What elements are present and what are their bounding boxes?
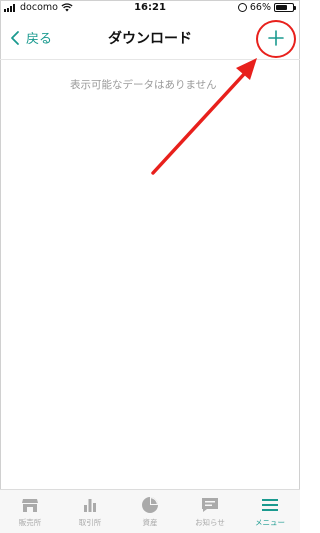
menu-icon — [262, 499, 278, 511]
message-icon — [202, 498, 218, 512]
tab-label: 資産 — [142, 518, 158, 527]
annotation-circle — [256, 20, 296, 58]
tab-label: メニュー — [255, 518, 285, 527]
tab-label: 取引所 — [78, 518, 102, 527]
pie-chart-icon — [142, 497, 158, 513]
tab-menu[interactable]: メニュー — [240, 490, 300, 533]
store-icon — [22, 499, 38, 512]
status-bar: docomo 16:21 66% — [0, 0, 300, 16]
tab-exchange[interactable]: 取引所 — [60, 490, 120, 533]
tab-store[interactable]: 販売所 — [0, 490, 60, 533]
nav-bar: 戻る ダウンロード — [0, 16, 300, 60]
tab-label: 販売所 — [18, 518, 42, 527]
battery-percent: 66% — [249, 2, 271, 13]
tab-notices[interactable]: お知らせ — [180, 490, 240, 533]
bar-chart-icon — [84, 499, 96, 512]
orientation-lock-icon — [237, 3, 247, 12]
tab-assets[interactable]: 資産 — [120, 490, 180, 533]
tab-label: お知らせ — [195, 518, 225, 527]
battery-icon — [274, 3, 296, 12]
status-right: 66% — [237, 2, 296, 13]
page-title: ダウンロード — [108, 31, 192, 47]
tab-bar: 販売所 取引所 資産 お知らせ メニュー — [0, 489, 300, 533]
empty-state-message: 表示可能なデータはありません — [70, 79, 217, 91]
battery-fill — [276, 5, 287, 10]
